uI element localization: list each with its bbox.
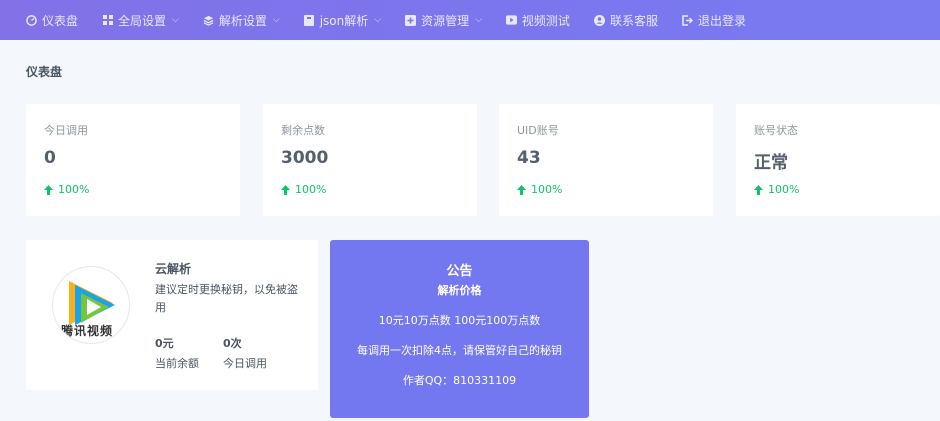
balance-value: 0元 bbox=[155, 337, 174, 350]
stat-trend: 100% bbox=[44, 183, 89, 196]
chevron-down-icon: ⌵ bbox=[272, 15, 280, 25]
stat-card-uid-account: UID账号 43 100% bbox=[499, 104, 713, 216]
stat-label: 今日调用 bbox=[44, 124, 88, 137]
profile-card: 腾讯视频 云解析 建议定时更换秘钥，以免被盗用 0元 当前余额 0次 今日调用 bbox=[26, 240, 318, 390]
trend-value: 100% bbox=[768, 183, 800, 196]
notice-title: 公告 bbox=[446, 264, 473, 279]
trend-value: 100% bbox=[531, 183, 563, 196]
arrow-up-icon bbox=[754, 184, 763, 195]
nav-label: 全局设置 bbox=[118, 13, 167, 28]
trend-value: 100% bbox=[295, 183, 327, 196]
profile-title: 云解析 bbox=[155, 262, 192, 276]
book-icon bbox=[304, 14, 315, 26]
trend-value: 100% bbox=[58, 183, 90, 196]
layers-icon bbox=[203, 15, 214, 26]
top-nav-bar: 仪表盘 全局设置 ⌵ 解析设置 ⌵ json解析 ⌵ 资源管理 ⌵ 视频测试 联… bbox=[0, 0, 940, 40]
arrow-up-icon bbox=[517, 184, 526, 195]
notice-line: 10元10万点数 100元100万点数 bbox=[378, 314, 541, 327]
arrow-up-icon bbox=[44, 184, 53, 195]
notice-line: 每调用一次扣除4点，请保管好自己的秘钥 bbox=[357, 344, 562, 357]
nav-label: 视频测试 bbox=[521, 13, 570, 28]
nav-item-global-settings[interactable]: 全局设置 ⌵ bbox=[90, 0, 191, 40]
nav-label: 仪表盘 bbox=[42, 13, 79, 28]
chevron-down-icon: ⌵ bbox=[374, 15, 382, 25]
stat-label: UID账号 bbox=[517, 124, 559, 137]
stat-trend: 100% bbox=[754, 183, 799, 196]
nav-item-resource-management[interactable]: 资源管理 ⌵ bbox=[393, 0, 494, 40]
balance-label: 当前余额 bbox=[155, 357, 199, 370]
stat-card-remaining-points: 剩余点数 3000 100% bbox=[263, 104, 477, 216]
nav-label: 退出登录 bbox=[697, 13, 746, 28]
nav-item-json-parse[interactable]: json解析 ⌵ bbox=[292, 0, 393, 40]
nav-label: json解析 bbox=[319, 13, 369, 28]
tencent-video-logo: 腾讯视频 bbox=[52, 266, 130, 344]
plus-square-icon bbox=[405, 14, 417, 26]
nav-item-dashboard[interactable]: 仪表盘 bbox=[14, 0, 90, 40]
profile-description: 建议定时更换秘钥，以免被盗用 bbox=[155, 283, 298, 314]
nav-item-parse-settings[interactable]: 解析设置 ⌵ bbox=[191, 0, 292, 40]
grid-icon bbox=[102, 15, 113, 26]
chevron-down-icon: ⌵ bbox=[172, 15, 179, 25]
nav-item-contact-support[interactable]: 联系客服 bbox=[582, 0, 670, 40]
nav-label: 解析设置 bbox=[218, 13, 267, 28]
calls-value: 0次 bbox=[223, 337, 242, 350]
stat-value: 0 bbox=[44, 148, 56, 168]
stat-value: 43 bbox=[517, 148, 541, 168]
notice-line: 作者QQ：810331109 bbox=[402, 374, 517, 387]
nav-item-video-test[interactable]: 视频测试 bbox=[494, 0, 582, 40]
chevron-down-icon: ⌵ bbox=[475, 15, 482, 25]
user-circle-icon bbox=[593, 14, 605, 26]
stat-value: 3000 bbox=[281, 148, 329, 168]
stat-trend: 100% bbox=[517, 183, 562, 196]
stat-label: 账号状态 bbox=[754, 124, 798, 137]
stat-label: 剩余点数 bbox=[281, 124, 325, 137]
nav-item-logout[interactable]: 退出登录 bbox=[670, 0, 758, 40]
notice-card: 公告 解析价格 10元10万点数 100元100万点数 每调用一次扣除4点，请保… bbox=[330, 240, 589, 418]
calls-label: 今日调用 bbox=[223, 357, 267, 370]
stat-value: 正常 bbox=[754, 153, 788, 173]
page-title: 仪表盘 bbox=[26, 65, 63, 79]
logout-icon bbox=[682, 14, 693, 26]
nav-label: 联系客服 bbox=[609, 13, 658, 28]
logo-text: 腾讯视频 bbox=[61, 324, 114, 338]
dashboard-icon bbox=[26, 14, 37, 26]
stat-card-today-calls: 今日调用 0 100% bbox=[26, 104, 240, 216]
notice-subtitle: 解析价格 bbox=[437, 284, 482, 297]
video-icon bbox=[505, 15, 517, 26]
stat-trend: 100% bbox=[281, 183, 326, 196]
stat-card-account-status: 账号状态 正常 100% bbox=[736, 104, 940, 216]
nav-label: 资源管理 bbox=[421, 13, 470, 28]
arrow-up-icon bbox=[281, 184, 290, 195]
